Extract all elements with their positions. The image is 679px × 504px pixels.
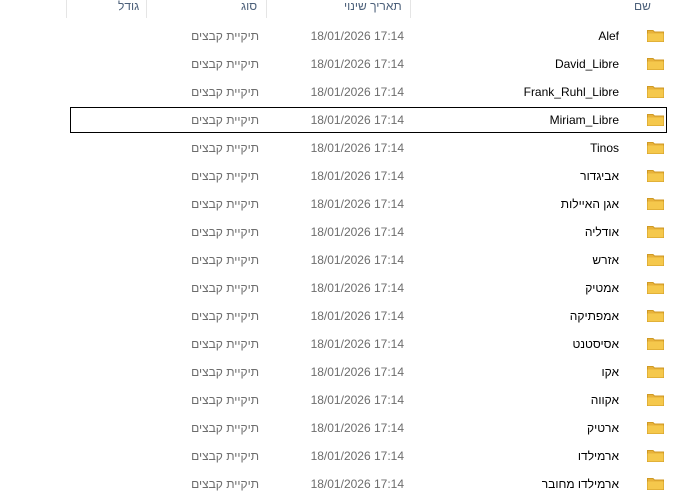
folder-icon	[647, 114, 664, 126]
file-type: תיקיית קבצים	[191, 253, 259, 267]
folder-icon	[647, 282, 664, 294]
file-row[interactable]: אמפתיקה 18/01/2026 17:14 תיקיית קבצים	[70, 303, 667, 329]
file-name: ארמילדו	[577, 449, 619, 463]
column-header-bar: גודל סוג תאריך שינוי שם	[66, 0, 679, 18]
file-row[interactable]: ארמילדו מחובר 18/01/2026 17:14 תיקיית קבצי…	[70, 471, 667, 497]
file-row[interactable]: אקווה 18/01/2026 17:14 תיקיית קבצים	[70, 387, 667, 413]
file-type: תיקיית קבצים	[191, 477, 259, 491]
modified-date: 18/01/2026 17:14	[310, 225, 404, 239]
column-header-type[interactable]: סוג	[241, 0, 257, 18]
file-name: אזרש	[592, 253, 619, 267]
modified-date: 18/01/2026 17:14	[310, 57, 404, 71]
file-name: ארטיק	[587, 421, 619, 435]
file-type: תיקיית קבצים	[191, 169, 259, 183]
file-type: תיקיית קבצים	[191, 29, 259, 43]
column-header-name[interactable]: שם	[634, 0, 651, 18]
file-name: Tinos	[590, 141, 619, 155]
column-header-modified[interactable]: תאריך שינוי	[344, 0, 402, 18]
folder-icon	[647, 86, 664, 98]
file-row[interactable]: אסיסטנט 18/01/2026 17:14 תיקיית קבצים	[70, 331, 667, 357]
file-type: תיקיית קבצים	[191, 337, 259, 351]
modified-date: 18/01/2026 17:14	[310, 477, 404, 491]
folder-icon	[647, 142, 664, 154]
file-type: תיקיית קבצים	[191, 281, 259, 295]
file-list-view: גודל סוג תאריך שינוי שם Alef 18/01/2026 1…	[0, 0, 679, 504]
modified-date: 18/01/2026 17:14	[310, 421, 404, 435]
modified-date: 18/01/2026 17:14	[310, 365, 404, 379]
file-row[interactable]: אזרש 18/01/2026 17:14 תיקיית קבצים	[70, 247, 667, 273]
folder-icon	[647, 366, 664, 378]
modified-date: 18/01/2026 17:14	[310, 169, 404, 183]
modified-date: 18/01/2026 17:14	[310, 141, 404, 155]
file-row[interactable]: אמטיק 18/01/2026 17:14 תיקיית קבצים	[70, 275, 667, 301]
file-type: תיקיית קבצים	[191, 113, 259, 127]
file-row[interactable]: אביגדור 18/01/2026 17:14 תיקיית קבצים	[70, 163, 667, 189]
folder-icon	[647, 254, 664, 266]
modified-date: 18/01/2026 17:14	[310, 85, 404, 99]
modified-date: 18/01/2026 17:14	[310, 309, 404, 323]
folder-icon	[647, 338, 664, 350]
file-name: אמפתיקה	[569, 309, 619, 323]
modified-date: 18/01/2026 17:14	[310, 337, 404, 351]
file-name: אקווה	[590, 393, 619, 407]
file-type: תיקיית קבצים	[191, 197, 259, 211]
column-divider[interactable]	[266, 0, 267, 18]
folder-icon	[647, 478, 664, 490]
folder-icon	[647, 422, 664, 434]
modified-date: 18/01/2026 17:14	[310, 29, 404, 43]
file-row[interactable]: ארטיק 18/01/2026 17:14 תיקיית קבצים	[70, 415, 667, 441]
file-name: Frank_Ruhl_Libre	[523, 85, 619, 99]
folder-icon	[647, 394, 664, 406]
file-type: תיקיית קבצים	[191, 393, 259, 407]
file-name: אגן האיילות	[560, 197, 619, 211]
file-type: תיקיית קבצים	[191, 421, 259, 435]
file-row[interactable]: Alef 18/01/2026 17:14 תיקיית קבצים	[70, 23, 667, 49]
modified-date: 18/01/2026 17:14	[310, 393, 404, 407]
folder-icon	[647, 310, 664, 322]
file-name: ארמילדו מחובר	[541, 477, 619, 491]
column-header-size[interactable]: גודל	[118, 0, 139, 18]
file-row[interactable]: ארמילדו 18/01/2026 17:14 תיקיית קבצים	[70, 443, 667, 469]
file-row[interactable]: David_Libre 18/01/2026 17:14 תיקיית קבצים	[70, 51, 667, 77]
file-type: תיקיית קבצים	[191, 141, 259, 155]
file-row[interactable]: אגן האיילות 18/01/2026 17:14 תיקיית קבצים	[70, 191, 667, 217]
file-type: תיקיית קבצים	[191, 225, 259, 239]
file-type: תיקיית קבצים	[191, 449, 259, 463]
folder-icon	[647, 58, 664, 70]
modified-date: 18/01/2026 17:14	[310, 281, 404, 295]
file-name: Alef	[598, 29, 619, 43]
modified-date: 18/01/2026 17:14	[310, 449, 404, 463]
modified-date: 18/01/2026 17:14	[310, 253, 404, 267]
column-divider[interactable]	[146, 0, 147, 18]
file-row[interactable]: אודליה 18/01/2026 17:14 תיקיית קבצים	[70, 219, 667, 245]
file-type: תיקיית קבצים	[191, 309, 259, 323]
column-divider[interactable]	[66, 0, 67, 18]
file-name: אמטיק	[585, 281, 619, 295]
file-type: תיקיית קבצים	[191, 365, 259, 379]
modified-date: 18/01/2026 17:14	[310, 197, 404, 211]
folder-icon	[647, 198, 664, 210]
file-name: אסיסטנט	[572, 337, 620, 351]
file-row[interactable]: Tinos 18/01/2026 17:14 תיקיית קבצים	[70, 135, 667, 161]
file-name: אודליה	[584, 225, 619, 239]
folder-icon	[647, 450, 664, 462]
file-row[interactable]: Frank_Ruhl_Libre 18/01/2026 17:14 תיקיית ק…	[70, 79, 667, 105]
file-name: Miriam_Libre	[549, 113, 619, 127]
file-row[interactable]: Miriam_Libre 18/01/2026 17:14 תיקיית קבצים	[70, 107, 667, 133]
file-name: David_Libre	[554, 57, 619, 71]
folder-icon	[647, 30, 664, 42]
file-type: תיקיית קבצים	[191, 85, 259, 99]
column-divider[interactable]	[410, 0, 411, 18]
modified-date: 18/01/2026 17:14	[310, 113, 404, 127]
file-name: אקו	[601, 365, 620, 379]
file-type: תיקיית קבצים	[191, 57, 259, 71]
file-row[interactable]: אקו 18/01/2026 17:14 תיקיית קבצים	[70, 359, 667, 385]
folder-icon	[647, 170, 664, 182]
folder-icon	[647, 226, 664, 238]
file-name: אביגדור	[580, 169, 619, 183]
